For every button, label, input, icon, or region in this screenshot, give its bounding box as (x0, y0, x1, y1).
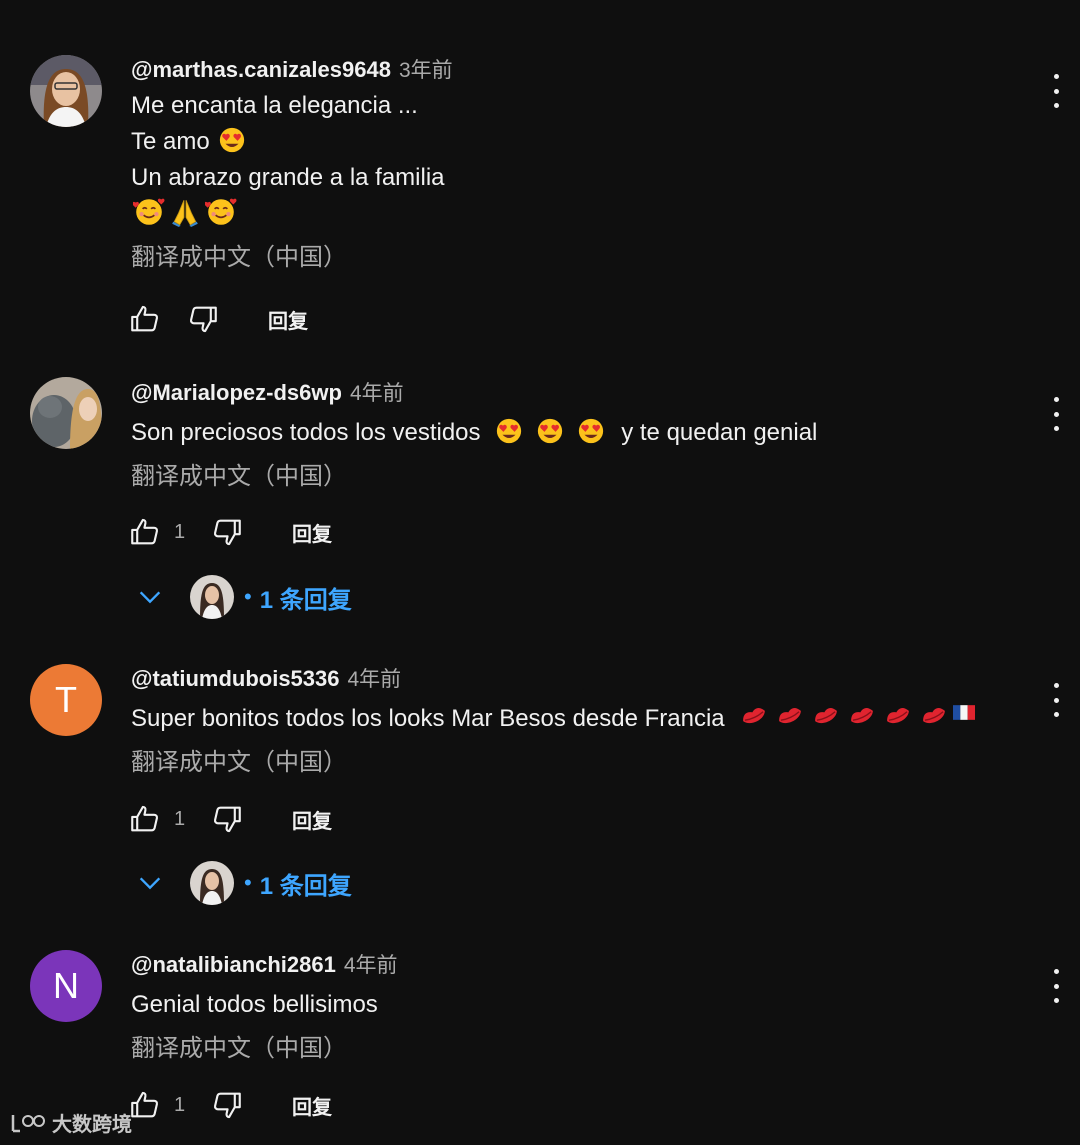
replies-count-label: 1 条回复 (259, 872, 352, 900)
like-count: 1 (174, 520, 186, 543)
like-count: 1 (174, 807, 186, 830)
france-flag-icon (953, 705, 975, 720)
comment-text: Super bonitos todos los looks Mar Besos … (131, 701, 1000, 737)
comment-author[interactable]: @natalibianchi2861 (131, 952, 336, 978)
kiss-mark-icon (811, 701, 841, 731)
comment-text: Son preciosos todos los vestidos y te qu… (131, 415, 1000, 451)
comment-text-main: Son preciosos todos los vestidos (131, 419, 481, 446)
reply-button[interactable]: 回复 (292, 518, 332, 547)
kiss-mark-icon (739, 701, 769, 731)
watermark: 大数跨境 (10, 1108, 132, 1137)
heart-eyes-emoji-icon (495, 417, 523, 445)
like-count: 1 (174, 1093, 186, 1116)
avatar[interactable]: T (30, 664, 102, 736)
watermark-text: 大数跨境 (52, 1114, 132, 1136)
heart-eyes-emoji-icon (218, 126, 246, 154)
more-vert-icon[interactable] (1046, 74, 1066, 108)
translate-link[interactable]: 翻译成中文（中国） (131, 459, 1000, 495)
comment-time[interactable]: 4年前 (348, 663, 402, 693)
reply-author-avatar (190, 575, 234, 619)
reply-button[interactable]: 回复 (292, 1091, 332, 1120)
reply-button[interactable]: 回复 (268, 305, 308, 334)
avatar[interactable] (30, 55, 102, 127)
avatar-photo (30, 377, 102, 449)
watermark-logo-icon (11, 1114, 45, 1132)
avatar-photo (30, 55, 102, 127)
thumbs-down-icon[interactable] (210, 515, 244, 549)
heart-eyes-emoji-icon (577, 417, 605, 445)
comment-text-line: Me encanta la elegancia ... (131, 92, 418, 119)
avatar[interactable] (30, 377, 102, 449)
more-vert-icon[interactable] (1046, 969, 1066, 1003)
translate-link[interactable]: 翻译成中文（中国） (131, 745, 1000, 781)
translate-link[interactable]: 翻译成中文（中国） (131, 1031, 1000, 1067)
folded-hands-icon (169, 196, 201, 228)
comment-text-suffix: y te quedan genial (621, 419, 818, 446)
thumbs-down-icon[interactable] (210, 802, 244, 836)
thumbs-down-icon[interactable] (210, 1088, 244, 1122)
comment-emoji-line (131, 196, 1000, 236)
separator-dot: • (244, 584, 252, 609)
smiling-face-with-hearts-icon (205, 196, 237, 228)
more-vert-icon[interactable] (1046, 683, 1066, 717)
comment-time[interactable]: 4年前 (350, 377, 404, 407)
more-vert-icon[interactable] (1046, 397, 1066, 431)
comment-text-line: Te amo (131, 124, 1000, 160)
view-replies-button[interactable]: • 1 条回复 (136, 860, 352, 906)
kiss-mark-icon (919, 701, 949, 731)
thumbs-up-icon[interactable] (128, 302, 162, 336)
comment-text-main: Super bonitos todos los looks Mar Besos … (131, 705, 725, 732)
thumbs-down-icon[interactable] (186, 302, 220, 336)
reply-button[interactable]: 回复 (292, 805, 332, 834)
comment-text-line: Un abrazo grande a la familia (131, 164, 445, 191)
comment-text: Genial todos bellisimos (131, 991, 378, 1018)
translate-link[interactable]: 翻译成中文（中国） (131, 240, 1000, 276)
kiss-mark-icon (883, 701, 913, 731)
avatar[interactable]: N (30, 950, 102, 1022)
comment-time[interactable]: 4年前 (344, 949, 398, 979)
thumbs-up-icon[interactable] (128, 515, 162, 549)
separator-dot: • (244, 870, 252, 895)
kiss-mark-icon (847, 701, 877, 731)
comment-text-line: Te amo (131, 128, 210, 155)
comment-time[interactable]: 3年前 (399, 54, 453, 84)
view-replies-button[interactable]: • 1 条回复 (136, 574, 352, 620)
chevron-down-icon (139, 877, 161, 890)
heart-eyes-emoji-icon (536, 417, 564, 445)
chevron-down-icon (139, 591, 161, 604)
reply-author-avatar (190, 861, 234, 905)
smiling-face-with-hearts-icon (133, 196, 165, 228)
thumbs-up-icon[interactable] (128, 802, 162, 836)
comment-author[interactable]: @Marialopez-ds6wp (131, 380, 342, 406)
comment-author[interactable]: @tatiumdubois5336 (131, 666, 340, 692)
replies-count-label: 1 条回复 (259, 586, 352, 614)
comment-author[interactable]: @marthas.canizales9648 (131, 57, 391, 83)
kiss-mark-icon (775, 701, 805, 731)
thumbs-up-icon[interactable] (128, 1088, 162, 1122)
